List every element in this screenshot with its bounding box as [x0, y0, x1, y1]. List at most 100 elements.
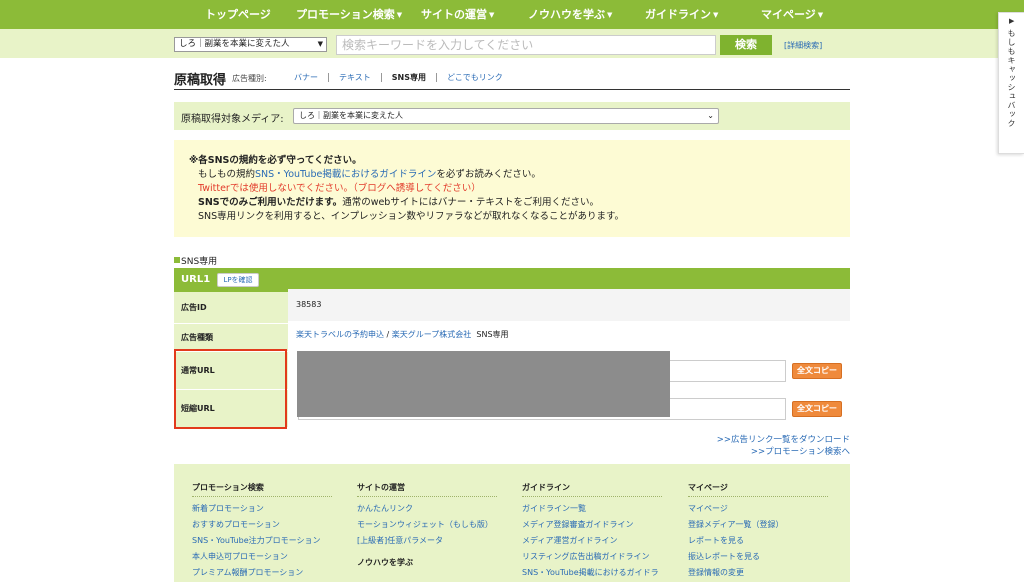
media-select[interactable]: しろ｜副業を本業に変えた人 ▼: [174, 37, 327, 52]
notice-text: 通常のwebサイトにはバナー・テキストをご利用ください。: [342, 197, 600, 208]
notice-line-1: ※各SNSの規約を必ず守ってください。: [189, 155, 362, 166]
highlight-box: [174, 349, 287, 429]
top-navigation: トップページ プロモーション検索 ▼ サイトの運営 ▼ ノウハウを学ぶ ▼ ガイドライ…: [0, 0, 1024, 29]
ad-type-suffix: SNS専用: [476, 330, 509, 339]
notice-line-2: もしもの規約SNS・YouTube掲載におけるガイドラインを必ずお読みください。: [198, 166, 541, 180]
footer-heading: ノウハウを学ぶ: [357, 558, 413, 567]
ad-type-value: 楽天トラベルの予約申込 / 楽天グループ株式会社 SNS専用: [288, 321, 850, 348]
nav-label: マイページ: [761, 8, 816, 21]
footer-link[interactable]: 登録情報の変更: [688, 565, 828, 581]
promotion-search-link[interactable]: >>プロモーション検索へ: [717, 446, 850, 458]
nav-label: ガイドライン: [645, 8, 711, 21]
search-placeholder: 検索キーワードを入力してください: [342, 38, 534, 52]
footer-link[interactable]: 新着プロモーション: [192, 501, 332, 517]
notice-text: を必ずお読みください。: [436, 169, 541, 180]
ad-type-row: 広告種類 楽天トラベルの予約申込 / 楽天グループ株式会社 SNS専用: [174, 321, 850, 351]
caret-down-icon: ▼: [817, 11, 824, 19]
download-ad-links[interactable]: >>広告リンク一覧をダウンロード: [717, 434, 850, 446]
footer-link[interactable]: リスティング広告出稿ガイドライン: [522, 549, 662, 565]
square-bullet-icon: [174, 257, 180, 263]
footer-link[interactable]: プレミアム報酬プロモーション: [192, 565, 332, 581]
nav-top-page[interactable]: トップページ: [205, 0, 271, 29]
tab-text[interactable]: テキスト: [329, 73, 382, 82]
nav-knowhow[interactable]: ノウハウを学ぶ ▼: [528, 0, 612, 29]
footer-link[interactable]: [上級者]任意パラメータ: [357, 533, 497, 549]
nav-guidelines[interactable]: ガイドライン ▼: [645, 0, 718, 29]
footer-heading: ガイドライン: [522, 482, 662, 497]
sns-notice: ※各SNSの規約を必ず守ってください。 もしもの規約SNS・YouTube掲載に…: [174, 140, 850, 237]
footer-heading: マイページ: [688, 482, 828, 497]
footer-link[interactable]: ガイドライン一覧: [522, 501, 662, 517]
nav-mypage[interactable]: マイページ ▼: [761, 0, 823, 29]
footer-link[interactable]: 本人申込可プロモーション: [192, 549, 332, 565]
footer-link[interactable]: メディア運営ガイドライン: [522, 533, 662, 549]
footer-link[interactable]: レポートを見る: [688, 533, 828, 549]
lp-check-button[interactable]: LPを確認: [217, 273, 259, 287]
short-url-copy-button[interactable]: 全文コピー: [792, 401, 842, 417]
ad-id-label: 広告ID: [174, 292, 288, 323]
cashback-side-tab[interactable]: ▶ もしもキャッシュバック: [998, 12, 1024, 154]
redaction-block: [297, 351, 670, 417]
nav-label: ノウハウを学ぶ: [528, 8, 605, 21]
nav-site-management[interactable]: サイトの運営 ▼: [421, 0, 494, 29]
caret-down-icon: ▼: [396, 11, 403, 19]
caret-down-icon: ▼: [489, 11, 495, 19]
title-divider: [174, 89, 850, 90]
footer-link[interactable]: SNS・YouTube掲載におけるガイドラ: [522, 565, 662, 581]
tab-anywhere-link[interactable]: どこでもリンク: [437, 73, 513, 82]
nav-label: トップページ: [205, 8, 271, 21]
search-input[interactable]: 検索キーワードを入力してください: [336, 35, 716, 55]
ad-type-row-label: 広告種類: [174, 324, 288, 351]
target-media-label: 原稿取得対象メディア:: [181, 114, 284, 125]
download-links: >>広告リンク一覧をダウンロード >>プロモーション検索へ: [717, 434, 850, 458]
ad-id-value: 38583: [288, 289, 850, 320]
nav-label: サイトの運営: [421, 8, 487, 21]
normal-url-copy-button[interactable]: 全文コピー: [792, 363, 842, 379]
play-arrow-icon: ▶: [1009, 17, 1015, 25]
chevron-down-icon: ▼: [317, 40, 323, 48]
footer-link[interactable]: モーションウィジェット（もしも版）: [357, 517, 497, 533]
media-select-value: しろ｜副業を本業に変えた人: [179, 39, 290, 49]
footer-link[interactable]: SNS・YouTube注力プロモーション: [192, 533, 332, 549]
ad-type-label: 広告種別:: [232, 74, 267, 83]
footer-links: プロモーション検索 新着プロモーション おすすめプロモーション SNS・YouT…: [174, 464, 850, 582]
ad-program-link[interactable]: 楽天トラベルの予約申込: [296, 330, 384, 339]
footer-col-mypage: マイページ マイページ 登録メディア一覧（登録） レポートを見る 振込レポートを…: [688, 482, 828, 581]
notice-line-3: Twitterでは使用しないでください。（ブログへ誘導してください）: [198, 183, 481, 194]
nav-promotion-search[interactable]: プロモーション検索 ▼: [296, 0, 402, 29]
tab-sns[interactable]: SNS専用: [381, 73, 437, 82]
footer-link[interactable]: 振込レポートを見る: [688, 549, 828, 565]
caret-down-icon: ▼: [713, 11, 719, 19]
footer-heading: サイトの運営: [357, 482, 497, 497]
section-label: SNS専用: [174, 254, 217, 267]
footer-col-guideline: ガイドライン ガイドライン一覧 メディア登録審査ガイドライン メディア運営ガイド…: [522, 482, 662, 581]
notice-line-4: SNSでのみご利用いただけます。通常のwebサイトにはバナー・テキストをご利用く…: [198, 194, 599, 208]
page-title: 原稿取得: [174, 73, 227, 88]
caret-down-icon: ▼: [607, 11, 613, 19]
footer-link[interactable]: メディア登録審査ガイドライン: [522, 517, 662, 533]
ad-id-row: 広告ID 38583: [174, 289, 850, 323]
target-media-select[interactable]: しろ｜副業を本業に変えた人 ⌄: [293, 108, 719, 124]
advertiser-link[interactable]: 楽天グループ株式会社: [392, 330, 472, 339]
footer-link[interactable]: マイページ: [688, 501, 828, 517]
nav-label: プロモーション検索: [296, 8, 395, 21]
side-tab-label: もしもキャッシュバック: [1007, 29, 1016, 128]
ad-type-tabs: バナー テキスト SNS専用 どこでもリンク: [294, 72, 513, 84]
chevron-down-icon: ⌄: [707, 111, 714, 120]
sns-guideline-link[interactable]: SNS・YouTube掲載におけるガイドライン: [255, 169, 436, 180]
footer-link[interactable]: おすすめプロモーション: [192, 517, 332, 533]
separator: /: [384, 330, 392, 339]
search-bar: しろ｜副業を本業に変えた人 ▼ 検索キーワードを入力してください 検索 [詳細検…: [0, 29, 1024, 58]
notice-line-5: SNS専用リンクを利用すると、インプレッション数やリファラなどが取れなくなること…: [198, 211, 625, 222]
target-media-row: 原稿取得対象メディア: しろ｜副業を本業に変えた人 ⌄: [174, 102, 850, 130]
tab-banner[interactable]: バナー: [294, 73, 329, 82]
footer-col-site: サイトの運営 かんたんリンク モーションウィジェット（もしも版） [上級者]任意…: [357, 482, 497, 568]
advanced-search-link[interactable]: [詳細検索]: [784, 40, 822, 51]
footer-link[interactable]: かんたんリンク: [357, 501, 497, 517]
notice-bold: SNSでのみご利用いただけます。: [198, 197, 343, 208]
url-number: URL1: [181, 274, 211, 285]
footer-link[interactable]: 登録メディア一覧（登録）: [688, 517, 828, 533]
footer-col-promotion: プロモーション検索 新着プロモーション おすすめプロモーション SNS・YouT…: [192, 482, 332, 581]
search-button[interactable]: 検索: [720, 35, 772, 55]
target-media-value: しろ｜副業を本業に変えた人: [299, 111, 403, 120]
